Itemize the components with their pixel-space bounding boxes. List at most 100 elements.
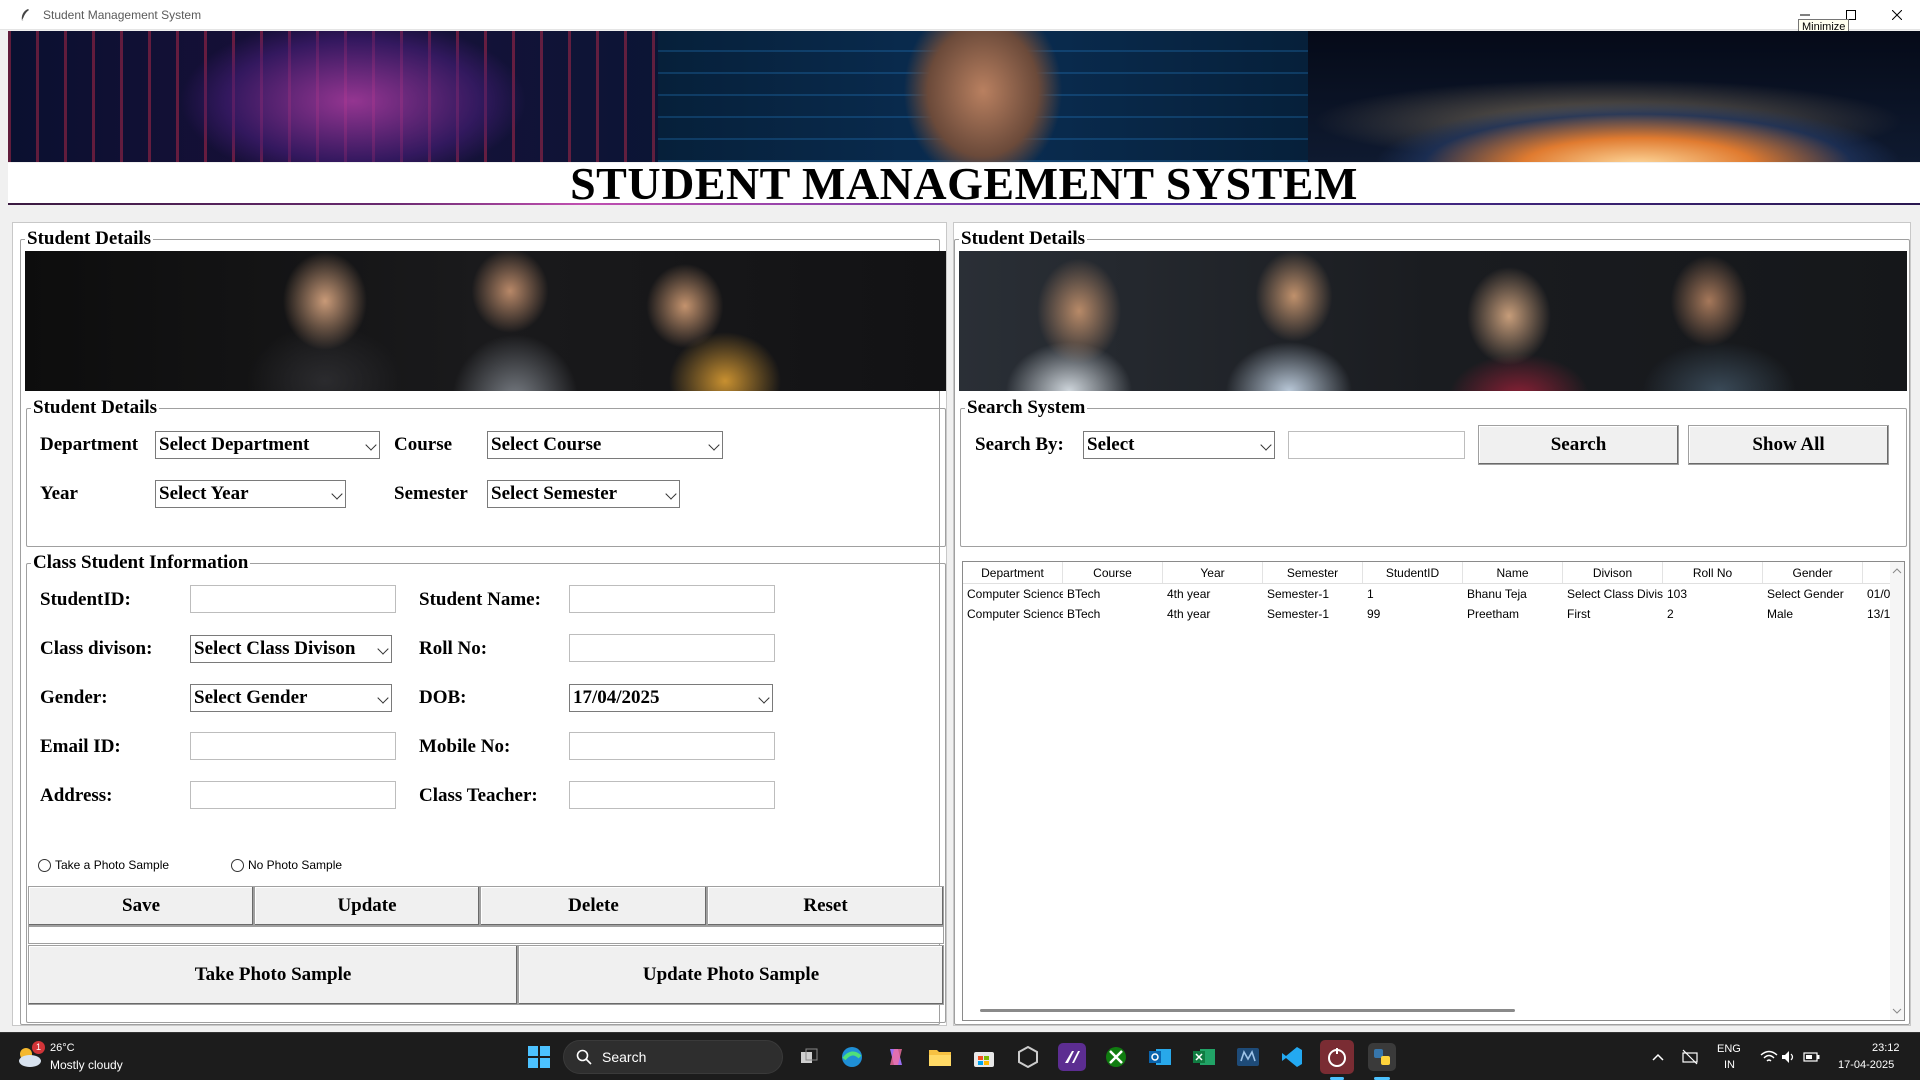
feather-app-icon xyxy=(21,8,29,21)
search-button[interactable]: Search xyxy=(1478,425,1679,465)
chevron-down-icon xyxy=(377,643,389,655)
chevron-down-icon xyxy=(665,488,677,500)
department-select[interactable]: Select Department xyxy=(155,431,380,459)
col-header-student-id[interactable]: StudentID xyxy=(1363,562,1463,583)
search-by-label: Search By: xyxy=(975,434,1064,455)
language-indicator-top[interactable]: ENG xyxy=(1717,1043,1741,1055)
reset-button[interactable]: Reset xyxy=(707,886,944,926)
student-id-input[interactable] xyxy=(190,585,396,613)
search-by-select[interactable]: Select xyxy=(1083,431,1275,459)
table-cell: Male xyxy=(1767,607,1794,621)
show-all-button[interactable]: Show All xyxy=(1688,425,1889,465)
chevron-down-icon xyxy=(377,692,389,704)
class-division-select[interactable]: Select Class Divison xyxy=(190,635,392,663)
table-header: Department Course Year Semester StudentI… xyxy=(963,562,1904,584)
search-input[interactable] xyxy=(1288,431,1465,459)
file-explorer-icon[interactable] xyxy=(926,1043,954,1071)
semester-select[interactable]: Select Semester xyxy=(487,480,680,508)
battery-icon[interactable] xyxy=(1803,1049,1821,1065)
banner-face-image xyxy=(658,31,1308,162)
window-titlebar: Student Management System xyxy=(0,0,1920,30)
clock-time[interactable]: 23:12 xyxy=(1872,1042,1900,1054)
taskbar-search[interactable]: Search xyxy=(563,1040,783,1074)
delete-button[interactable]: Delete xyxy=(480,886,707,926)
weather-widget[interactable]: 1 26°C Mostly cloudy xyxy=(14,1039,154,1075)
col-header-course[interactable]: Course xyxy=(1063,562,1163,583)
year-label: Year xyxy=(40,483,78,504)
cube-app-icon[interactable] xyxy=(1014,1043,1042,1071)
no-photo-radio-label: No Photo Sample xyxy=(248,858,343,872)
save-button[interactable]: Save xyxy=(28,886,254,926)
col-header-semester[interactable]: Semester xyxy=(1263,562,1363,583)
header-banner xyxy=(8,31,1920,162)
mysql-workbench-icon[interactable] xyxy=(1234,1043,1262,1071)
roll-no-input[interactable] xyxy=(569,634,775,662)
chevron-down-icon xyxy=(1260,439,1272,451)
dob-label: DOB: xyxy=(419,687,467,708)
table-cell: 2 xyxy=(1667,607,1674,621)
radio-circle xyxy=(38,858,51,872)
course-select[interactable]: Select Course xyxy=(487,431,723,459)
window-title: Student Management System xyxy=(43,7,202,22)
python-feather-icon[interactable] xyxy=(1368,1043,1396,1071)
chevron-up-icon[interactable] xyxy=(1651,1050,1665,1064)
take-photo-radio[interactable]: Take a Photo Sample xyxy=(38,858,169,872)
email-input[interactable] xyxy=(190,732,396,760)
outlook-icon[interactable] xyxy=(1146,1043,1174,1071)
chevron-down-icon xyxy=(708,439,720,451)
dob-date-picker[interactable]: 17/04/2025 xyxy=(569,684,773,712)
button-frame-divider xyxy=(28,926,944,944)
table-row[interactable]: Computer Science BTech 4th year Semester… xyxy=(963,604,1904,624)
scroll-up-icon[interactable] xyxy=(1890,564,1904,578)
microsoft-store-icon[interactable] xyxy=(970,1043,998,1071)
close-button[interactable] xyxy=(1874,0,1920,30)
table-row[interactable]: Computer Science BTech 4th year Semester… xyxy=(963,584,1904,604)
edge-icon[interactable] xyxy=(838,1043,866,1071)
col-header-department[interactable]: Department xyxy=(963,562,1063,583)
col-header-gender[interactable]: Gender xyxy=(1763,562,1863,583)
table-cell: Select Class Division xyxy=(1567,587,1663,601)
table-cell: Bhanu Teja xyxy=(1467,587,1527,601)
student-table[interactable]: Department Course Year Semester StudentI… xyxy=(962,561,1905,1021)
table-vertical-scrollbar[interactable] xyxy=(1890,562,1904,1020)
mobile-input[interactable] xyxy=(569,732,775,760)
start-button[interactable] xyxy=(525,1043,553,1071)
gender-select[interactable]: Select Gender xyxy=(190,684,392,712)
search-by-select-value: Select xyxy=(1087,434,1135,455)
wifi-icon[interactable] xyxy=(1760,1049,1778,1065)
language-indicator-bottom[interactable]: IN xyxy=(1724,1059,1735,1071)
gender-label: Gender: xyxy=(40,687,108,708)
horizontal-scroll-thumb[interactable] xyxy=(980,1009,1515,1012)
student-name-input[interactable] xyxy=(569,585,775,613)
update-photo-sample-button[interactable]: Update Photo Sample xyxy=(518,945,944,1005)
col-header-name[interactable]: Name xyxy=(1463,562,1563,583)
network-off-icon[interactable] xyxy=(1681,1048,1699,1066)
active-app-icon[interactable] xyxy=(1320,1040,1354,1074)
class-teacher-input[interactable] xyxy=(569,781,775,809)
scroll-down-icon[interactable] xyxy=(1890,1004,1904,1018)
semester-select-value: Select Semester xyxy=(491,483,618,504)
task-view-icon[interactable] xyxy=(795,1043,823,1071)
take-photo-sample-button[interactable]: Take Photo Sample xyxy=(28,945,518,1005)
table-horizontal-scrollbar[interactable] xyxy=(962,1003,1891,1019)
year-select[interactable]: Select Year xyxy=(155,480,346,508)
volume-icon[interactable] xyxy=(1780,1049,1796,1065)
no-photo-radio[interactable]: No Photo Sample xyxy=(231,858,342,872)
vscode-icon[interactable] xyxy=(1278,1043,1306,1071)
gender-select-value: Select Gender xyxy=(194,687,308,708)
clock-date[interactable]: 17-04-2025 xyxy=(1838,1059,1894,1071)
update-button[interactable]: Update xyxy=(254,886,480,926)
xbox-icon[interactable] xyxy=(1102,1043,1130,1071)
left-panel: Student Details Student Details Departme… xyxy=(12,222,947,1026)
col-header-roll-no[interactable]: Roll No xyxy=(1663,562,1763,583)
class-teacher-label: Class Teacher: xyxy=(419,785,538,806)
address-input[interactable] xyxy=(190,781,396,809)
banner-earth-image xyxy=(1308,31,1920,162)
col-header-year[interactable]: Year xyxy=(1163,562,1263,583)
excel-icon[interactable] xyxy=(1190,1043,1218,1071)
visual-studio-purple-icon[interactable] xyxy=(1058,1043,1086,1071)
student-name-label: Student Name: xyxy=(419,589,541,610)
table-cell: 1 xyxy=(1367,587,1374,601)
copilot-icon[interactable] xyxy=(882,1043,910,1071)
col-header-division[interactable]: Divison xyxy=(1563,562,1663,583)
